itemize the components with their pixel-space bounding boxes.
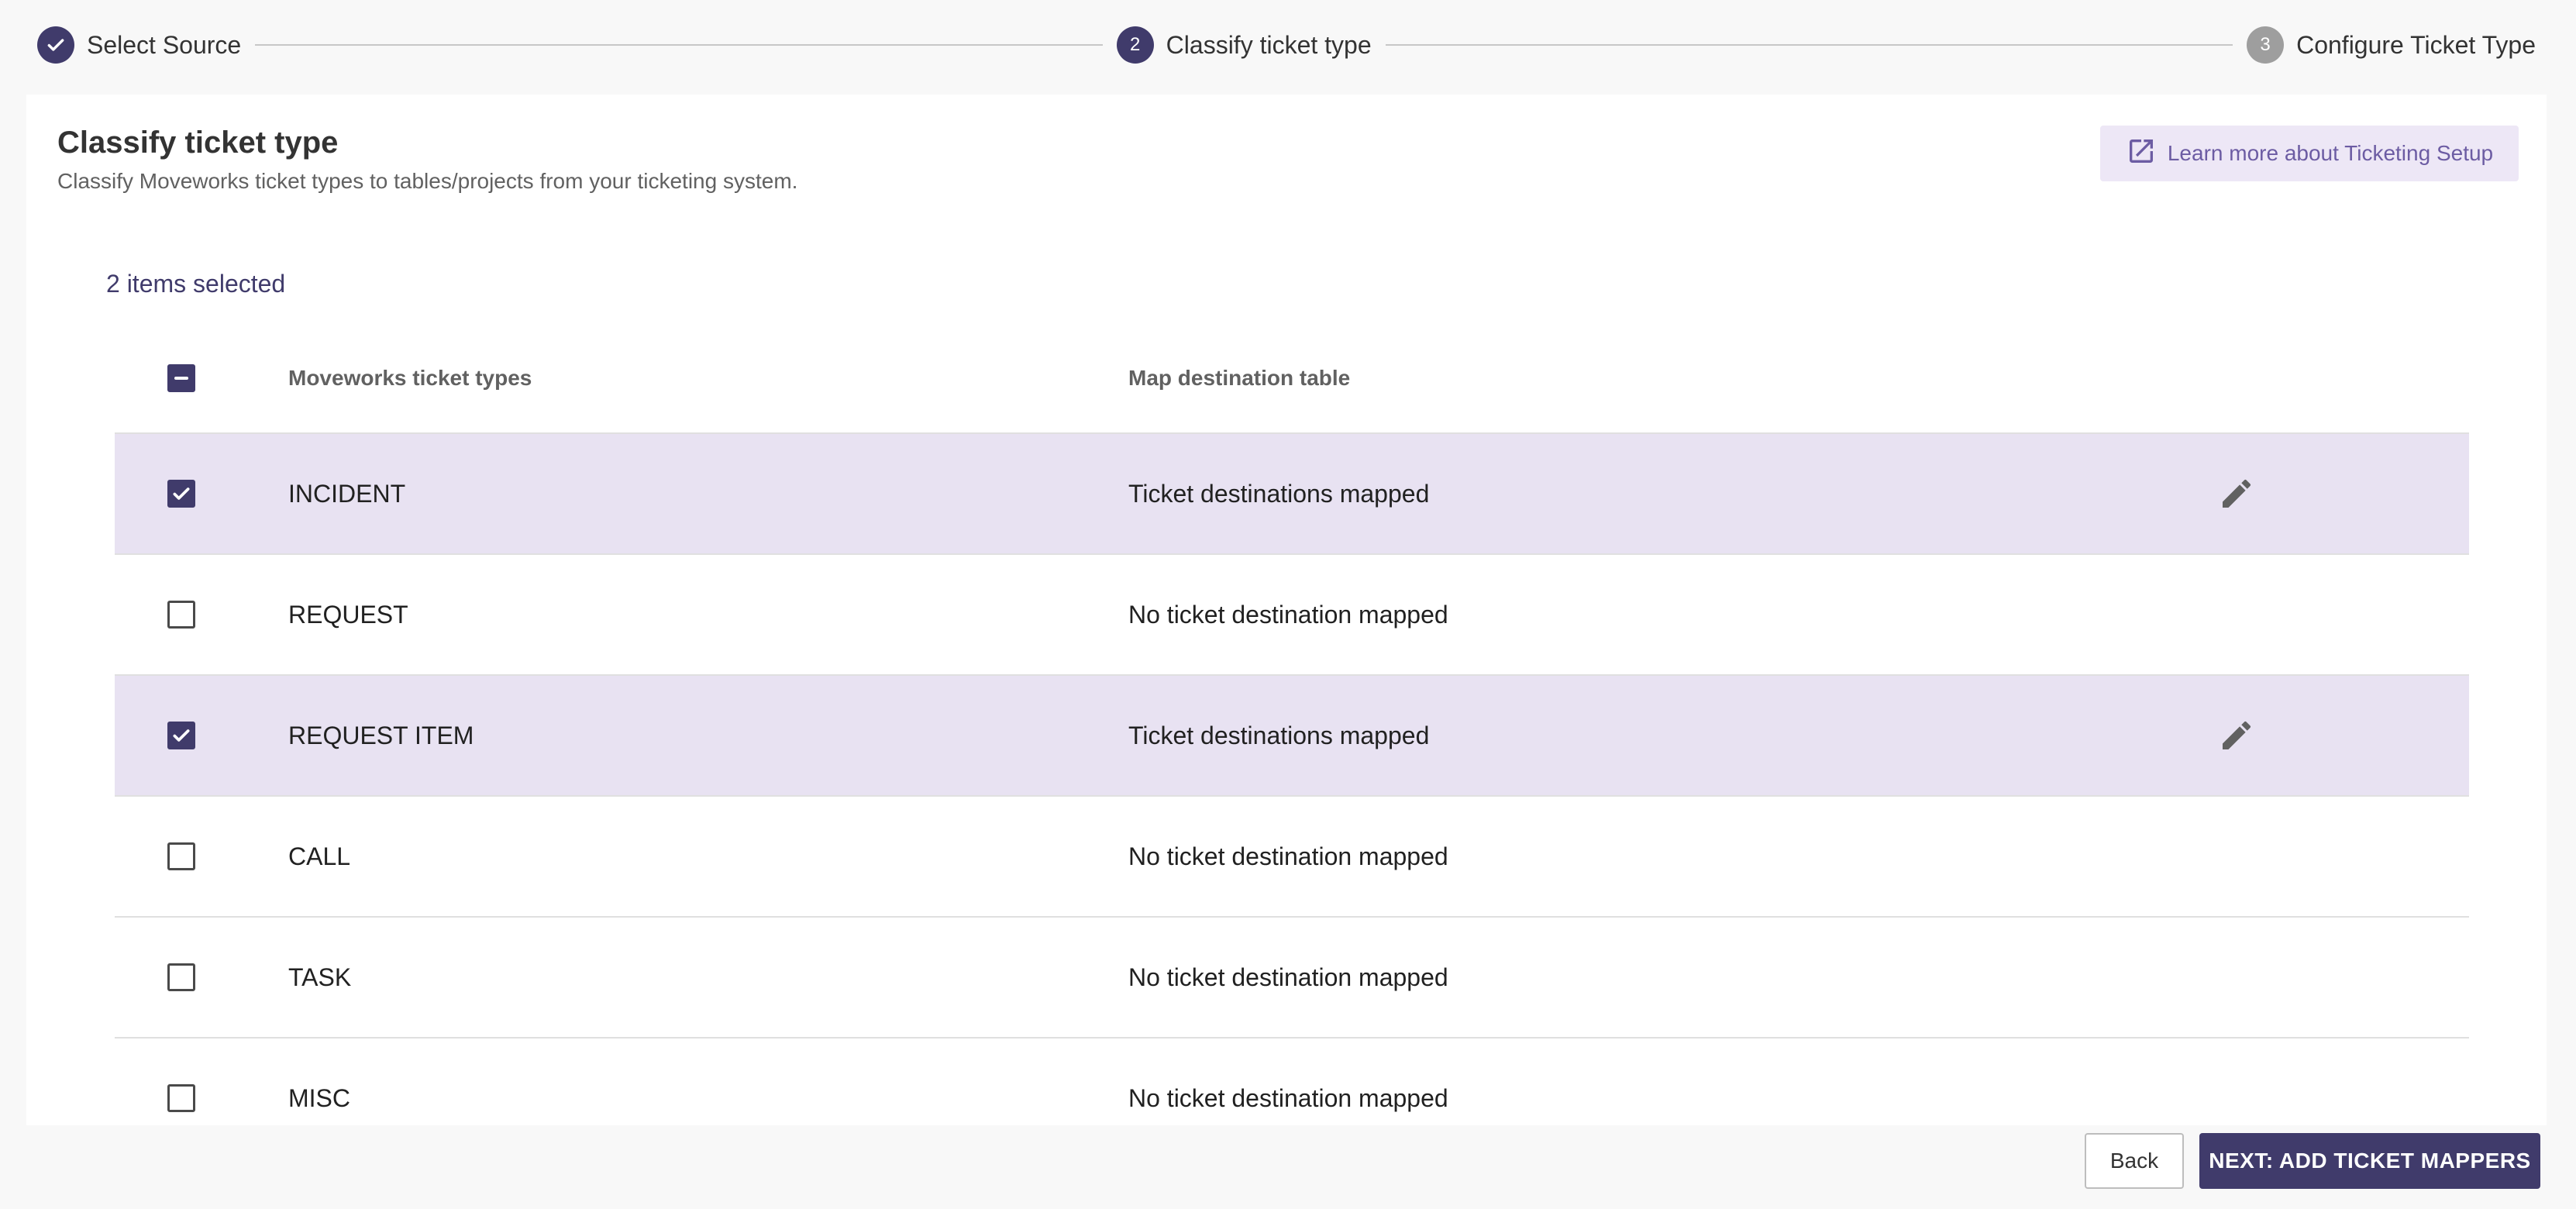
destination-cell: No ticket destination mapped <box>1128 963 1448 991</box>
step-classify-ticket-type[interactable]: 2 Classify ticket type <box>1116 26 1372 64</box>
next-add-ticket-mappers-button[interactable]: NEXT: ADD TICKET MAPPERS <box>2199 1133 2540 1189</box>
select-all-cell <box>167 324 195 432</box>
row-checkbox[interactable] <box>167 480 195 508</box>
learn-more-button[interactable]: Learn more about Ticketing Setup <box>2100 126 2519 181</box>
table-header: Moveworks ticket types Map destination t… <box>115 324 2469 432</box>
destination-cell: Ticket destinations mapped <box>1128 479 1430 508</box>
step-label: Configure Ticket Type <box>2296 30 2536 59</box>
edit-icon[interactable] <box>2218 434 2255 553</box>
column-header-ticket-types[interactable]: Moveworks ticket types <box>288 324 532 432</box>
step-number-badge: 3 <box>2247 26 2285 64</box>
edit-icon[interactable] <box>2218 676 2255 795</box>
selected-count: 2 items selected <box>106 270 286 298</box>
step-label: Classify ticket type <box>1166 30 1372 59</box>
open-in-new-icon <box>2126 136 2168 172</box>
column-header-destination[interactable]: Map destination table <box>1128 324 1350 432</box>
ticket-type-cell: TASK <box>288 963 352 991</box>
step-connector <box>1385 44 2233 46</box>
table-row[interactable]: TASK No ticket destination mapped <box>115 916 2469 1037</box>
row-checkbox[interactable] <box>167 842 195 870</box>
row-checkbox[interactable] <box>167 1084 195 1112</box>
back-button[interactable]: Back <box>2085 1133 2184 1189</box>
row-checkbox[interactable] <box>167 722 195 749</box>
table-row[interactable]: REQUEST ITEM Ticket destinations mapped <box>115 674 2469 795</box>
stepper: Select Source 2 Classify ticket type 3 C… <box>37 25 2536 65</box>
table-row[interactable]: MISC No ticket destination mapped <box>115 1037 2469 1125</box>
page-title: Classify ticket type <box>57 126 339 160</box>
destination-cell: No ticket destination mapped <box>1128 600 1448 629</box>
row-checkbox[interactable] <box>167 601 195 629</box>
destination-cell: No ticket destination mapped <box>1128 842 1448 870</box>
step-connector <box>255 44 1103 46</box>
check-circle-icon <box>37 26 74 64</box>
destination-cell: No ticket destination mapped <box>1128 1083 1448 1112</box>
page-subtitle: Classify Moveworks ticket types to table… <box>57 169 798 193</box>
ticket-type-cell: REQUEST <box>288 600 408 629</box>
step-select-source[interactable]: Select Source <box>37 26 241 64</box>
ticket-type-cell: REQUEST ITEM <box>288 721 474 749</box>
select-all-checkbox[interactable] <box>167 364 195 392</box>
main-card: Classify ticket type Classify Moveworks … <box>26 95 2547 1125</box>
ticket-type-cell: INCIDENT <box>288 479 406 508</box>
step-configure-ticket-type[interactable]: 3 Configure Ticket Type <box>2247 26 2536 64</box>
table-row[interactable]: REQUEST No ticket destination mapped <box>115 553 2469 674</box>
ticket-type-cell: CALL <box>288 842 351 870</box>
row-checkbox[interactable] <box>167 963 195 991</box>
destination-cell: Ticket destinations mapped <box>1128 721 1430 749</box>
ticket-type-cell: MISC <box>288 1083 350 1112</box>
step-label: Select Source <box>87 30 242 59</box>
table-row[interactable]: CALL No ticket destination mapped <box>115 795 2469 916</box>
learn-more-label: Learn more about Ticketing Setup <box>2167 141 2494 165</box>
ticket-type-table: Moveworks ticket types Map destination t… <box>115 324 2469 1125</box>
step-number-badge: 2 <box>1116 26 1154 64</box>
table-row[interactable]: INCIDENT Ticket destinations mapped <box>115 432 2469 553</box>
